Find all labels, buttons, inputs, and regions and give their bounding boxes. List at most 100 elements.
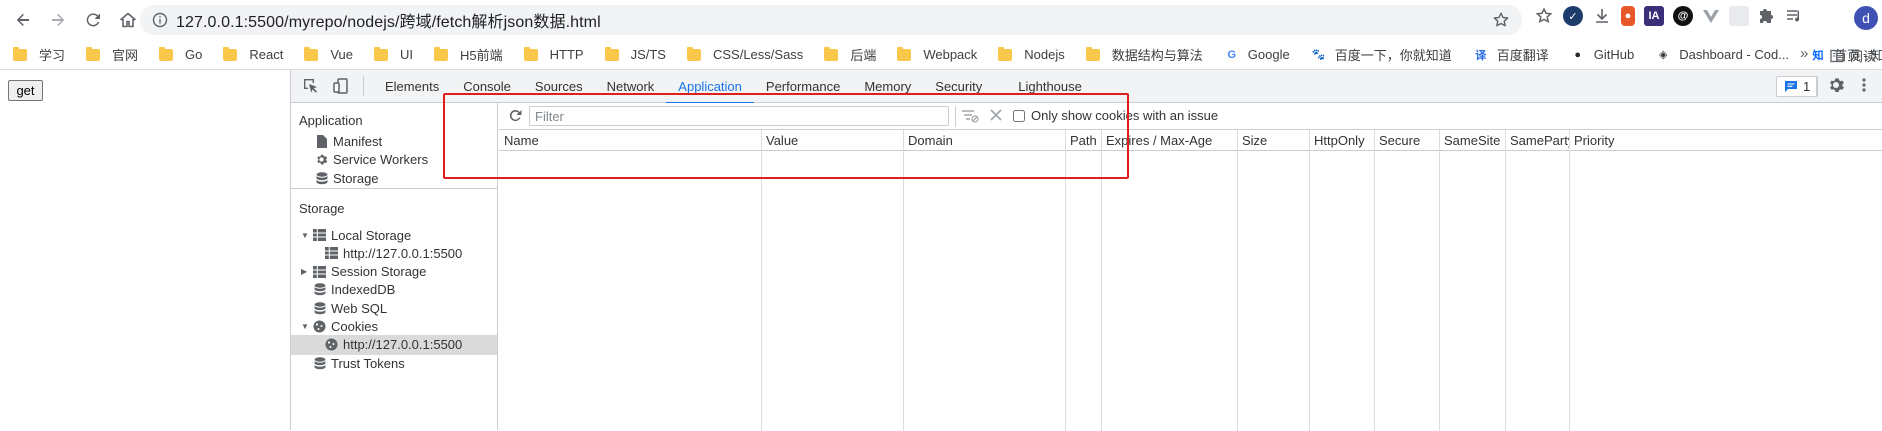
- sidebar-item-trust-tokens[interactable]: Trust Tokens: [301, 353, 405, 373]
- only-issues-checkbox[interactable]: [1013, 109, 1025, 122]
- blank-extension-icon[interactable]: [1729, 6, 1749, 26]
- extensions-puzzle-icon[interactable]: [1758, 7, 1776, 25]
- column-header-sameparty[interactable]: SameParty: [1505, 130, 1569, 151]
- column-header-path[interactable]: Path: [1065, 130, 1101, 151]
- spiral-extension-icon[interactable]: @: [1673, 6, 1693, 26]
- column-header-priority[interactable]: Priority: [1569, 130, 1882, 151]
- sidebar-item-label: Session Storage: [331, 264, 427, 280]
- profile-avatar[interactable]: d: [1854, 6, 1878, 30]
- bookmark-item[interactable]: 数据结构与算法: [1073, 43, 1211, 67]
- vue-devtools-icon[interactable]: [1702, 7, 1720, 25]
- info-icon[interactable]: [152, 12, 168, 28]
- reading-star-icon[interactable]: [1534, 6, 1554, 26]
- column-header-httponly[interactable]: HttpOnly: [1309, 130, 1374, 151]
- bookmark-item[interactable]: Webpack: [884, 43, 985, 67]
- bookmarks-bar: 学习 官网 Go React Vue UI H5前端 HTTP JS/TS CSS/Less/Sa…: [0, 40, 1882, 70]
- column-header-samesite[interactable]: SameSite: [1439, 130, 1505, 151]
- device-toggle-icon[interactable]: [331, 76, 351, 96]
- issues-badge[interactable]: 1: [1776, 76, 1819, 97]
- bookmarks-overflow-button[interactable]: »: [1800, 45, 1808, 62]
- only-issues-toggle[interactable]: Only show cookies with an issue: [1013, 108, 1218, 123]
- gear-icon: [315, 153, 328, 166]
- tab-application[interactable]: Application: [666, 70, 754, 104]
- sidebar-item-cookies[interactable]: ▼ Cookies: [301, 317, 378, 337]
- bookmark-item[interactable]: HTTP: [511, 43, 592, 67]
- empty-table-body: [499, 152, 1882, 200]
- bookmark-item[interactable]: 🐾 百度一下，你就知道: [1298, 43, 1460, 67]
- tab-console[interactable]: Console: [451, 70, 523, 103]
- tab-lighthouse[interactable]: Lighthouse: [1006, 70, 1094, 103]
- tab-elements[interactable]: Elements: [373, 70, 451, 103]
- bookmark-item[interactable]: 译百度翻译: [1460, 43, 1557, 67]
- sidebar-item-web-sql[interactable]: Web SQL: [301, 298, 387, 318]
- settings-gear-icon[interactable]: [1827, 76, 1845, 94]
- sidebar-item-storage[interactable]: Storage: [315, 168, 379, 188]
- bookmark-item[interactable]: React: [210, 43, 291, 67]
- cookie-filter-input[interactable]: [529, 106, 949, 126]
- refresh-icon[interactable]: [507, 108, 523, 124]
- cookies-panel: Only show cookies with an issue NameValu…: [499, 103, 1882, 431]
- checkmark-extension-icon[interactable]: ✓: [1563, 6, 1583, 26]
- grid-icon: [325, 247, 338, 260]
- expand-triangle-icon[interactable]: ▼: [301, 322, 311, 331]
- bookmark-item[interactable]: CSS/Less/Sass: [674, 43, 811, 67]
- devtools-tab-bar: Elements Console Sources Network Application…: [291, 70, 1882, 104]
- toolbar-divider: [955, 106, 956, 127]
- lock-extension-icon[interactable]: ●: [1621, 6, 1635, 26]
- cookie-icon: [325, 338, 338, 351]
- zhihu-icon: 知: [1812, 49, 1824, 62]
- expand-triangle-icon[interactable]: ▶: [301, 267, 311, 276]
- sidebar-item-indexeddb[interactable]: IndexedDB: [301, 280, 395, 300]
- home-icon[interactable]: [114, 6, 142, 34]
- folder-icon: [523, 46, 538, 61]
- forward-arrow-icon[interactable]: [44, 6, 72, 34]
- bookmark-item[interactable]: ● GitHub: [1557, 43, 1642, 67]
- column-header-expires-max-age[interactable]: Expires / Max-Age: [1101, 130, 1237, 151]
- bookmark-label: Nodejs: [1024, 47, 1065, 62]
- tab-memory[interactable]: Memory: [852, 70, 923, 103]
- sidebar-origin-item[interactable]: http://127.0.0.1:5500: [325, 243, 462, 263]
- bookmark-item[interactable]: H5前端: [421, 43, 511, 67]
- column-header-name[interactable]: Name: [499, 130, 761, 151]
- reading-list-button[interactable]: 阅读: [1830, 46, 1876, 65]
- bookmark-item[interactable]: ◈ Dashboard - Cod...: [1642, 43, 1797, 67]
- bookmark-item[interactable]: UI: [361, 43, 421, 67]
- bookmark-item[interactable]: 后端: [811, 43, 884, 67]
- address-bar[interactable]: 127.0.0.1:5500/myrepo/nodejs/跨域/fetch解析j…: [140, 5, 1522, 35]
- column-header-secure[interactable]: Secure: [1374, 130, 1439, 151]
- expand-triangle-icon[interactable]: ▼: [301, 231, 311, 240]
- sidebar-item-service-workers[interactable]: Service Workers: [315, 150, 428, 170]
- bookmark-item[interactable]: Go: [146, 43, 210, 67]
- clear-filtered-cookies-icon[interactable]: [961, 108, 979, 124]
- tab-sources[interactable]: Sources: [523, 70, 595, 103]
- reload-icon[interactable]: [79, 6, 107, 34]
- bookmark-item[interactable]: JS/TS: [592, 43, 674, 67]
- download-icon[interactable]: [1592, 6, 1612, 26]
- media-queue-icon[interactable]: [1785, 7, 1803, 25]
- bookmark-label: JS/TS: [630, 47, 666, 62]
- ia-extension-icon[interactable]: IA: [1644, 6, 1664, 26]
- bookmark-item[interactable]: Nodejs: [985, 43, 1072, 67]
- tab-network[interactable]: Network: [595, 70, 667, 103]
- url-text[interactable]: 127.0.0.1:5500/myrepo/nodejs/跨域/fetch解析j…: [176, 8, 601, 32]
- column-header-value[interactable]: Value: [761, 130, 903, 151]
- bookmark-star-icon[interactable]: [1492, 11, 1510, 29]
- bookmark-item[interactable]: 官网: [73, 43, 146, 67]
- sidebar-item-local-storage[interactable]: ▼ Local Storage: [301, 225, 411, 245]
- delete-x-icon[interactable]: [989, 108, 1003, 122]
- inspect-element-icon[interactable]: [301, 76, 321, 96]
- bookmark-item[interactable]: 学习: [0, 43, 73, 67]
- sidebar-item-session-storage[interactable]: ▶ Session Storage: [301, 262, 426, 282]
- tab-performance[interactable]: Performance: [754, 70, 852, 103]
- get-button[interactable]: get: [8, 80, 43, 101]
- sidebar-origin-item[interactable]: http://127.0.0.1:5500: [291, 334, 497, 355]
- column-header-domain[interactable]: Domain: [903, 130, 1065, 151]
- sidebar-item-manifest[interactable]: Manifest: [315, 131, 382, 151]
- bookmark-label: Go: [185, 47, 203, 62]
- bookmark-item[interactable]: Vue: [291, 43, 361, 67]
- more-options-icon[interactable]: [1861, 76, 1867, 94]
- tab-security[interactable]: Security: [923, 70, 994, 103]
- column-header-size[interactable]: Size: [1237, 130, 1309, 151]
- bookmark-item[interactable]: G Google: [1211, 43, 1298, 67]
- back-arrow-icon[interactable]: [9, 6, 37, 34]
